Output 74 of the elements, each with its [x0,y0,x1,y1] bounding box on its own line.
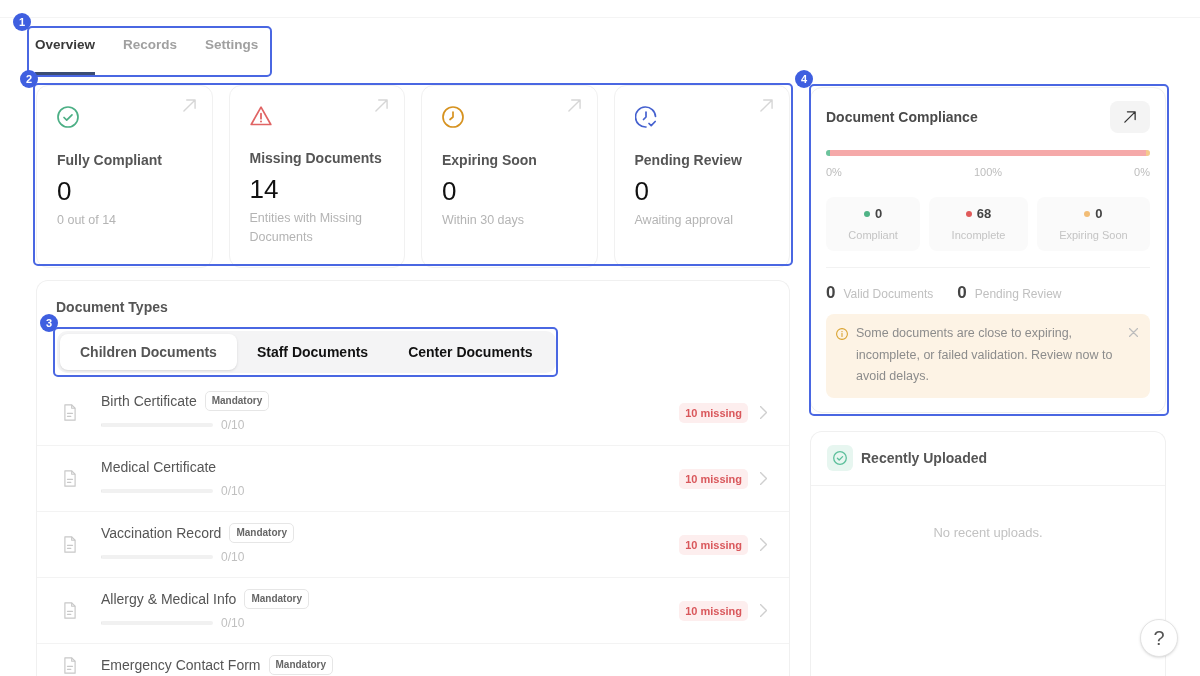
clock-icon [442,106,464,128]
stat-value: 14 [249,173,280,205]
file-icon [63,470,77,487]
close-button[interactable] [1129,328,1138,337]
stat-subtitle: 0 out of 14 [57,212,118,229]
missing-count: 10 missing [679,600,748,621]
missing-count: 10 missing [679,468,748,489]
arrow-up-right-icon [1124,111,1136,123]
total-label: Pending Review [974,286,1062,302]
total-label: Valid Documents [843,286,934,302]
check-circle-icon [57,106,79,128]
requirement-tag: Mandatory [204,391,270,411]
missing-count: 10 missing [679,534,748,555]
stat-value: 0 [57,175,73,207]
missing-count: 10 missing [679,402,748,423]
annotation-badge: 3 [40,314,58,332]
file-icon [63,602,77,619]
document-name: Emergency Contact Form [101,656,261,675]
chevron-right-icon[interactable] [760,538,767,551]
stat-title: Expiring Soon [442,151,538,169]
info-icon [836,328,848,340]
card-title: Recently Uploaded [861,448,988,468]
stat-value: 0 [1095,206,1103,222]
annotation-badge: 1 [13,13,31,31]
total-value: 0 [957,282,967,304]
tab[interactable]: Staff Documents [236,334,389,370]
percent-label: 100% [973,165,1003,179]
file-icon [63,536,77,553]
progress-count: 0/10 [221,549,245,566]
document-name: Birth Certificate [101,392,197,411]
file-icon [63,404,77,421]
card-title: Document Compliance [826,108,978,127]
card-title: Document Types [55,298,169,317]
document-name: Vaccination Record [101,524,222,543]
arrow-up-right-icon[interactable] [760,99,773,112]
tab[interactable]: Center Documents [388,334,553,370]
stat-value: 0 [875,206,883,222]
percent-label: 0% [1134,165,1150,179]
stat-subtitle: Awaiting approval [634,212,734,229]
progress-count: 0/10 [221,615,245,632]
file-icon [63,656,77,674]
stat-title: Fully Compliant [57,151,163,169]
close-icon [1129,328,1138,337]
stat-subtitle: Entities with Missing Documents [249,210,364,246]
arrow-up-right-icon[interactable] [182,99,196,112]
expand-button[interactable] [1110,101,1150,133]
chevron-right-icon[interactable] [760,406,767,419]
help-button[interactable]: ? [1140,619,1178,657]
chevron-right-icon[interactable] [760,604,767,617]
stat-value: 0 [634,175,650,207]
arrow-up-right-icon[interactable] [567,99,581,112]
stat-title: Pending Review [634,151,743,169]
total-value: 0 [826,282,836,304]
stat-value: 68 [976,206,992,222]
stat-value: 0 [442,175,458,207]
document-name: Allergy & Medical Info [101,590,237,609]
chevron-right-icon[interactable] [760,472,767,485]
annotation-badge: 4 [795,70,813,88]
requirement-tag: Mandatory [229,523,294,543]
arrow-up-right-icon[interactable] [375,99,388,112]
requirement-tag: Mandatory [268,655,334,675]
warning-triangle-icon [249,106,272,126]
clock-check-icon [634,106,657,128]
percent-label: 0% [826,165,842,179]
requirement-tag: Mandatory [244,589,309,609]
empty-state-text: No recent uploads. [933,523,1043,542]
annotation-badge: 2 [20,70,38,88]
document-name: Medical Certificate [101,458,217,477]
tab[interactable]: Children Documents [60,334,237,370]
alert-text: Some documents are close to expiring, incomplete, or failed validation. Review now to avoid delays. [856,325,1114,385]
stat-title: Missing Documents [249,149,383,167]
stat-subtitle: Within 30 days [442,212,525,229]
progress-count: 0/10 [221,417,245,434]
progress-count: 0/10 [221,483,245,500]
